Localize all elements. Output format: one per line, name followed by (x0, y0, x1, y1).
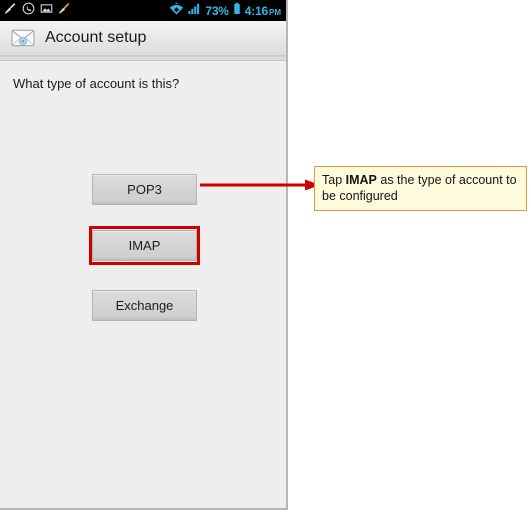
imap-button[interactable]: IMAP (92, 230, 197, 261)
account-type-question: What type of account is this? (13, 76, 180, 91)
gallery-image-icon (40, 2, 53, 20)
battery-icon (233, 2, 241, 20)
phone-screenshot: 73% 4:16 PM Account setup What type of a… (0, 0, 288, 510)
action-bar: Account setup (0, 21, 286, 57)
notification-icons (4, 2, 71, 20)
status-bar: 73% 4:16 PM (0, 0, 286, 21)
annotation-callout: Tap IMAP as the type of account to be co… (314, 166, 527, 211)
annotation-arrow (200, 170, 320, 200)
clock-period: PM (269, 7, 281, 17)
clock: 4:16 PM (245, 4, 281, 18)
content-area: What type of account is this? POP3 IMAP … (0, 61, 286, 508)
broom-icon (58, 2, 71, 20)
status-indicators: 73% 4:16 PM (169, 0, 281, 21)
callout-emphasis: IMAP (345, 173, 377, 187)
signal-bars-icon (188, 2, 201, 20)
pop3-button[interactable]: POP3 (92, 174, 197, 205)
broom-icon (4, 2, 17, 20)
callout-text-before: Tap (322, 173, 346, 187)
clock-time: 4:16 (244, 3, 268, 18)
email-envelope-icon (11, 28, 35, 48)
wifi-icon (169, 1, 184, 20)
whatsapp-icon (22, 2, 35, 20)
page-title: Account setup (45, 29, 147, 46)
exchange-button[interactable]: Exchange (92, 290, 197, 321)
battery-percent-label: 73% (205, 3, 229, 18)
